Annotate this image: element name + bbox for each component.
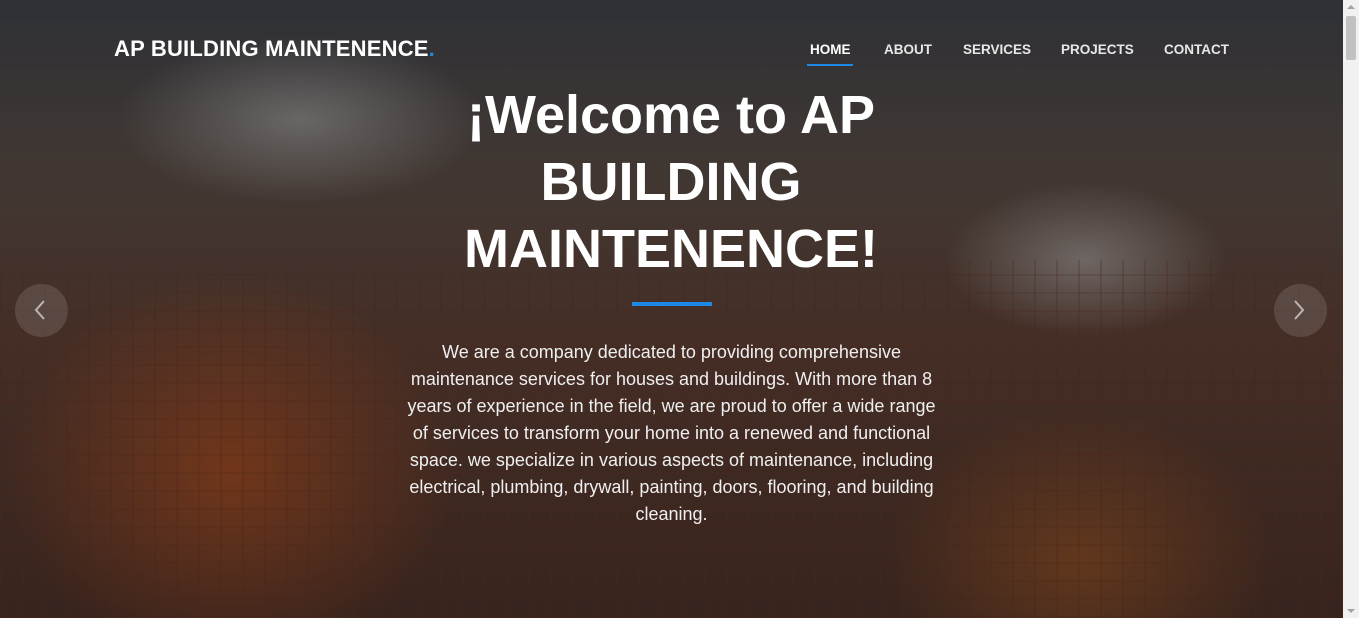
- scroll-up-button[interactable]: [1343, 0, 1359, 14]
- triangle-up-icon: [1347, 5, 1355, 9]
- triangle-down-icon: [1347, 609, 1355, 613]
- nav-services[interactable]: SERVICES: [963, 42, 1031, 57]
- carousel-prev-button[interactable]: [15, 284, 68, 337]
- carousel-next-button[interactable]: [1274, 284, 1327, 337]
- scroll-thumb[interactable]: [1346, 16, 1356, 60]
- page-scrollbar[interactable]: [1343, 0, 1359, 618]
- main-nav: HOME ABOUT SERVICES PROJECTS CONTACT: [0, 42, 1343, 72]
- hero-description: We are a company dedicated to providing …: [407, 342, 936, 524]
- nav-about[interactable]: ABOUT: [884, 42, 932, 57]
- title-divider: [632, 302, 712, 306]
- hero-title: ¡Welcome to AP BUILDING MAINTENENCE!: [464, 85, 878, 279]
- hero-banner: AP BUILDING MAINTENENCE. HOME ABOUT SERV…: [0, 0, 1343, 618]
- nav-home[interactable]: HOME: [810, 42, 851, 57]
- chevron-right-icon: [1294, 300, 1305, 320]
- nav-projects[interactable]: PROJECTS: [1061, 42, 1134, 57]
- nav-contact[interactable]: CONTACT: [1164, 42, 1229, 57]
- active-nav-indicator: [807, 64, 853, 66]
- chevron-left-icon: [34, 300, 45, 320]
- scroll-down-button[interactable]: [1343, 604, 1359, 618]
